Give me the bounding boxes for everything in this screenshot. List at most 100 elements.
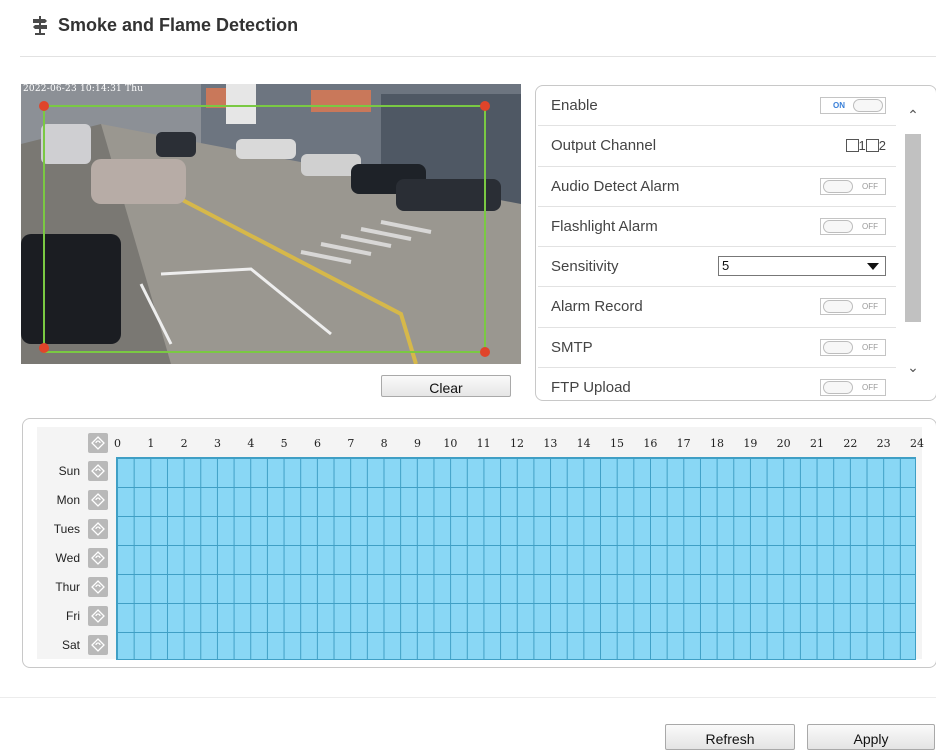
toggle-state: OFF: [862, 181, 878, 191]
settings-panel: Enable ON Output Channel 1 2 Audio Detec…: [535, 85, 936, 401]
output-channel-checkboxes: 1 2: [845, 138, 886, 154]
osd-timestamp: 2022-06-23 10:14:31 Thu: [23, 84, 144, 94]
toggle-state: OFF: [862, 383, 878, 393]
toggle-state: OFF: [862, 221, 878, 231]
hour-label: 8: [380, 437, 388, 450]
toggle-knob: [823, 381, 853, 395]
schedule-grid[interactable]: [116, 457, 916, 660]
hour-label: 13: [543, 437, 558, 450]
copy-day-icon[interactable]: [88, 577, 108, 597]
day-label: Mon: [56, 493, 80, 507]
day-label: Wed: [55, 551, 80, 565]
day-label: Tues: [53, 522, 80, 536]
toggle-state: ON: [833, 101, 845, 110]
sensitivity-row: Sensitivity 5: [538, 247, 896, 288]
flashlight-alarm-label: Flashlight Alarm: [551, 217, 658, 235]
hour-label: 16: [643, 437, 658, 450]
alarm-record-row: Alarm Record OFF: [538, 287, 896, 328]
video-preview[interactable]: 2022-06-23 10:14:31 Thu: [21, 84, 521, 364]
clear-button[interactable]: Clear: [381, 375, 511, 397]
day-label: Thur: [55, 580, 80, 594]
camera-scene: [21, 84, 521, 364]
hour-label: 12: [510, 437, 524, 450]
smtp-toggle[interactable]: OFF: [820, 338, 886, 356]
enable-row: Enable ON: [538, 86, 896, 127]
toggle-knob: [853, 99, 883, 112]
hour-label: 2: [180, 437, 188, 450]
channel-2-label: 2: [878, 138, 886, 154]
hour-label: 1: [147, 437, 155, 450]
sensitivity-select[interactable]: 5: [718, 256, 886, 277]
hour-label: 0: [114, 437, 121, 450]
toggle-state: OFF: [862, 342, 878, 352]
hour-label: 11: [476, 437, 491, 450]
audio-detect-alarm-row: Audio Detect Alarm OFF: [538, 167, 896, 207]
settings-scrollbar[interactable]: ⌃ ⌄: [904, 96, 922, 386]
footer-divider: [0, 697, 936, 698]
ftp-upload-toggle[interactable]: OFF: [820, 379, 886, 397]
hour-label: 21: [810, 437, 824, 450]
hour-label: 24: [910, 437, 924, 450]
apply-button[interactable]: Apply: [807, 724, 935, 750]
channel-2-checkbox[interactable]: [865, 139, 879, 153]
channel-1-checkbox[interactable]: [845, 139, 859, 153]
day-label: Sat: [61, 638, 80, 652]
signpost-icon: [30, 15, 50, 35]
hour-label: 6: [314, 437, 321, 450]
enable-label: Enable: [551, 97, 598, 114]
day-label: Fri: [66, 609, 80, 623]
header-divider: [20, 56, 936, 57]
output-channel-row: Output Channel 1 2: [538, 126, 896, 167]
alarm-record-label: Alarm Record: [551, 298, 643, 316]
hour-label: 7: [347, 437, 355, 450]
sensitivity-label: Sensitivity: [551, 258, 619, 276]
audio-detect-alarm-toggle[interactable]: OFF: [820, 177, 886, 195]
hour-label: 20: [776, 437, 791, 450]
enable-toggle[interactable]: ON: [820, 97, 886, 114]
hour-label: 10: [443, 437, 458, 450]
toggle-knob: [823, 179, 853, 193]
hour-label: 19: [743, 437, 758, 450]
page-title: Smoke and Flame Detection: [58, 14, 299, 35]
copy-day-icon[interactable]: [88, 548, 108, 568]
alarm-record-toggle[interactable]: OFF: [820, 298, 886, 316]
scroll-down-icon[interactable]: ⌄: [904, 358, 922, 376]
hour-label: 5: [280, 437, 288, 450]
page-header: Smoke and Flame Detection: [30, 10, 298, 40]
sensitivity-value: 5: [722, 258, 730, 274]
hour-label: 17: [676, 437, 691, 450]
schedule-grid-area: 0 1 2 3 4 5 6 7 8 9 10 11 12 13 14 15 16 17 18 19 20 21 22 23 24…: [37, 427, 924, 660]
hour-label: 3: [214, 437, 221, 450]
toggle-knob: [823, 300, 853, 314]
flashlight-alarm-row: Flashlight Alarm OFF: [538, 207, 896, 248]
hour-label: 14: [576, 437, 591, 450]
schedule-panel: 0 1 2 3 4 5 6 7 8 9 10 11 12 13 14 15 16 17 18 19 20 21 22 23 24…: [22, 418, 936, 668]
hour-label: 15: [610, 437, 624, 450]
day-label: Sun: [58, 464, 80, 478]
hour-label: 18: [710, 437, 724, 450]
hour-label: 23: [876, 437, 891, 450]
dropdown-arrow-icon: [867, 263, 879, 271]
hour-label: 9: [414, 437, 421, 450]
audio-detect-alarm-label: Audio Detect Alarm: [551, 177, 680, 195]
refresh-button[interactable]: Refresh: [665, 724, 795, 750]
flashlight-alarm-toggle[interactable]: OFF: [820, 217, 886, 235]
hour-label: 4: [247, 437, 255, 450]
toggle-knob: [823, 340, 853, 354]
hour-label: 22: [843, 437, 858, 450]
scrollbar-thumb[interactable]: [905, 134, 921, 322]
scroll-up-icon[interactable]: ⌃: [904, 106, 922, 124]
copy-day-icon[interactable]: [88, 490, 108, 510]
copy-day-icon[interactable]: [88, 519, 108, 539]
toggle-state: OFF: [862, 302, 878, 312]
ftp-upload-row: FTP Upload OFF: [538, 368, 896, 400]
copy-day-icon[interactable]: [88, 606, 108, 626]
smtp-row: SMTP OFF: [538, 328, 896, 369]
ftp-upload-label: FTP Upload: [551, 379, 631, 397]
output-channel-label: Output Channel: [551, 137, 657, 155]
copy-all-icon[interactable]: [88, 433, 108, 453]
copy-day-icon[interactable]: [88, 461, 108, 481]
toggle-knob: [823, 219, 853, 233]
channel-1-label: 1: [858, 138, 866, 154]
copy-day-icon[interactable]: [88, 635, 108, 655]
